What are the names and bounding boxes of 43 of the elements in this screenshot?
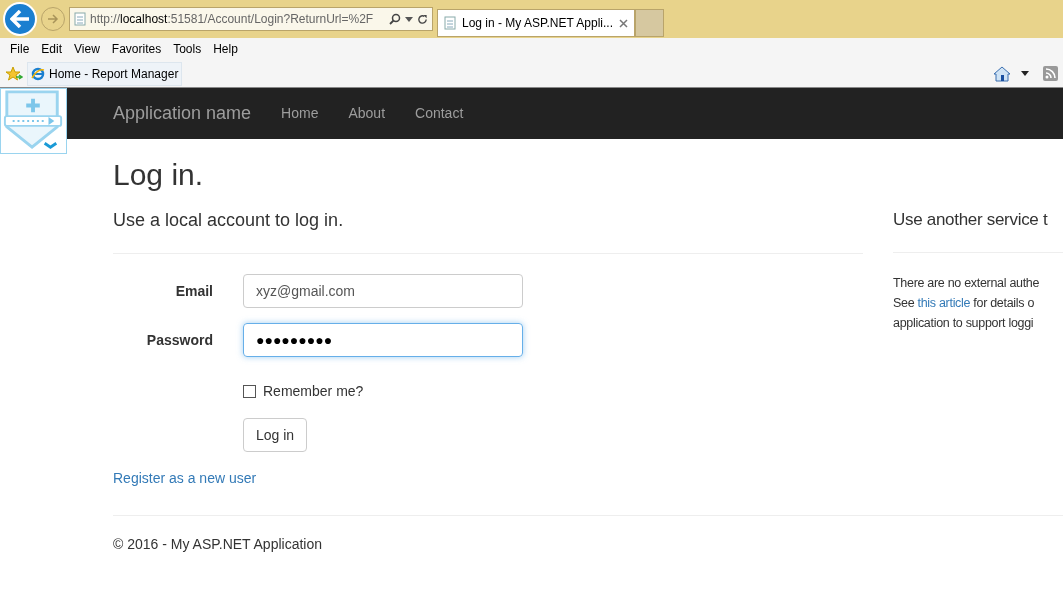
page-title: Log in. xyxy=(113,157,205,193)
input-field[interactable]: ●●●●●●●●● xyxy=(243,323,523,357)
checkbox[interactable] xyxy=(243,385,256,398)
external-login-text: There are no external authe See this article for details o application to support loggi xyxy=(893,274,1041,332)
dropdown-caret-icon[interactable] xyxy=(1021,71,1029,76)
back-arrow-icon xyxy=(10,10,30,28)
nav-link[interactable]: About xyxy=(333,103,401,124)
tab-title: Log in - My ASP.NET Appli... xyxy=(462,15,613,32)
page-icon xyxy=(74,12,86,26)
back-button[interactable] xyxy=(3,2,37,36)
refresh-icon[interactable] xyxy=(417,13,428,25)
footer-text: © 2016 - My ASP.NET Application xyxy=(112,535,324,554)
input-field[interactable]: xyz@gmail.com xyxy=(243,274,523,308)
forward-arrow-icon xyxy=(47,14,59,24)
article-link[interactable]: this article xyxy=(917,295,971,310)
close-icon[interactable] xyxy=(619,18,628,28)
browser-logo-icon xyxy=(31,66,45,81)
field-label: Email xyxy=(174,281,213,301)
menu-item[interactable]: Favorites xyxy=(105,40,168,58)
nav-link[interactable]: Contact xyxy=(400,103,479,124)
favorites-star-icon[interactable] xyxy=(5,65,23,82)
register-link[interactable]: Register as a new user xyxy=(113,468,863,489)
menu-item[interactable]: Help xyxy=(207,40,244,58)
field-label: Password xyxy=(145,330,213,350)
favorite-link[interactable]: Home - Report Manager xyxy=(27,61,183,86)
menu-item[interactable]: Tools xyxy=(167,40,208,58)
address-bar[interactable]: http://localhost:51581/Account/Login?ReturnUrl=%2F xyxy=(69,7,433,31)
nav-link[interactable]: Home xyxy=(266,103,334,124)
section-heading: Use a local account to log in. xyxy=(113,209,345,232)
section-heading: Use another service t xyxy=(893,209,1049,231)
login-button[interactable]: Log in xyxy=(243,418,308,452)
menu-item[interactable]: Edit xyxy=(35,40,69,58)
home-icon[interactable] xyxy=(993,65,1011,82)
search-icon[interactable] xyxy=(389,13,401,25)
url-text: http://localhost:51581/Account/Login?ReturnUrl=%2F xyxy=(90,11,374,28)
feed-icon[interactable] xyxy=(1043,66,1058,81)
brand-link[interactable]: Application name xyxy=(113,100,252,127)
checkbox-label: Remember me? xyxy=(263,382,364,401)
menu-item[interactable]: View xyxy=(68,40,106,58)
page-icon xyxy=(444,16,456,30)
browser-tab[interactable]: Log in - My ASP.NET Appli... xyxy=(437,9,635,37)
dropdown-caret-icon[interactable] xyxy=(405,16,413,22)
menu-item[interactable]: File xyxy=(4,40,36,58)
